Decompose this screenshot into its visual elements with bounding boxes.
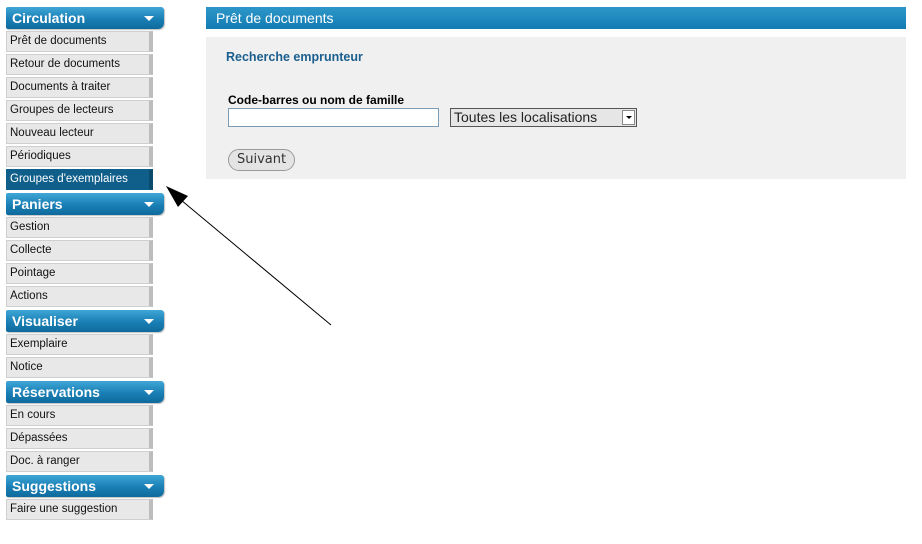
dropdown-arrow-icon[interactable] bbox=[622, 110, 635, 125]
chevron-down-icon[interactable] bbox=[144, 390, 154, 395]
panel-heading: Recherche emprunteur bbox=[226, 50, 363, 64]
section-title: Réservations bbox=[12, 384, 100, 400]
sidebar-item-faire-une-suggestion[interactable]: Faire une suggestion bbox=[6, 499, 153, 520]
section-title: Suggestions bbox=[12, 478, 97, 494]
sidebar-item-exemplaire[interactable]: Exemplaire bbox=[6, 334, 153, 355]
location-select[interactable]: Toutes les localisations bbox=[450, 108, 637, 127]
sidebar-item-collecte[interactable]: Collecte bbox=[6, 240, 153, 261]
borrower-search-input[interactable] bbox=[228, 108, 439, 127]
field-label: Code-barres ou nom de famille bbox=[228, 93, 405, 107]
section-title: Paniers bbox=[12, 196, 63, 212]
chevron-down-icon[interactable] bbox=[144, 484, 154, 489]
sidebar-item-gestion[interactable]: Gestion bbox=[6, 217, 153, 238]
location-select-value: Toutes les localisations bbox=[454, 109, 598, 125]
search-panel: Recherche emprunteur Code-barres ou nom … bbox=[206, 37, 906, 179]
main-content: Prêt de documents Recherche emprunteur C… bbox=[206, 7, 906, 179]
sidebar-item-en-cours[interactable]: En cours bbox=[6, 405, 153, 426]
sidebar-item-nouveau-lecteur[interactable]: Nouveau lecteur bbox=[6, 123, 153, 144]
page-title: Prêt de documents bbox=[206, 7, 906, 29]
chevron-down-icon[interactable] bbox=[144, 16, 154, 21]
sidebar-item-actions[interactable]: Actions bbox=[6, 286, 153, 307]
section-header-visualiser[interactable]: Visualiser bbox=[6, 310, 164, 332]
chevron-down-icon[interactable] bbox=[144, 202, 154, 207]
section-header-paniers[interactable]: Paniers bbox=[6, 193, 164, 215]
sidebar-item-depassees[interactable]: Dépassées bbox=[6, 428, 153, 449]
section-header-suggestions[interactable]: Suggestions bbox=[6, 475, 164, 497]
sidebar-item-pointage[interactable]: Pointage bbox=[6, 263, 153, 284]
sidebar-item-documents-a-traiter[interactable]: Documents à traiter bbox=[6, 77, 153, 98]
sidebar-item-groupes-de-lecteurs[interactable]: Groupes de lecteurs bbox=[6, 100, 153, 121]
section-title: Visualiser bbox=[12, 313, 78, 329]
sidebar-item-pret-de-documents[interactable]: Prêt de documents bbox=[6, 31, 153, 52]
sidebar-item-groupes-d-exemplaires[interactable]: Groupes d'exemplaires bbox=[6, 169, 153, 190]
sidebar-item-retour-de-documents[interactable]: Retour de documents bbox=[6, 54, 153, 75]
next-button[interactable]: Suivant bbox=[228, 149, 296, 171]
section-header-reservations[interactable]: Réservations bbox=[6, 381, 164, 403]
sidebar-item-notice[interactable]: Notice bbox=[6, 357, 153, 378]
section-title: Circulation bbox=[12, 10, 86, 26]
sidebar: Circulation Prêt de documents Retour de … bbox=[6, 0, 166, 520]
section-header-circulation[interactable]: Circulation bbox=[6, 7, 164, 29]
sidebar-item-periodiques[interactable]: Périodiques bbox=[6, 146, 153, 167]
chevron-down-icon[interactable] bbox=[144, 319, 154, 324]
sidebar-item-doc-a-ranger[interactable]: Doc. à ranger bbox=[6, 451, 153, 472]
